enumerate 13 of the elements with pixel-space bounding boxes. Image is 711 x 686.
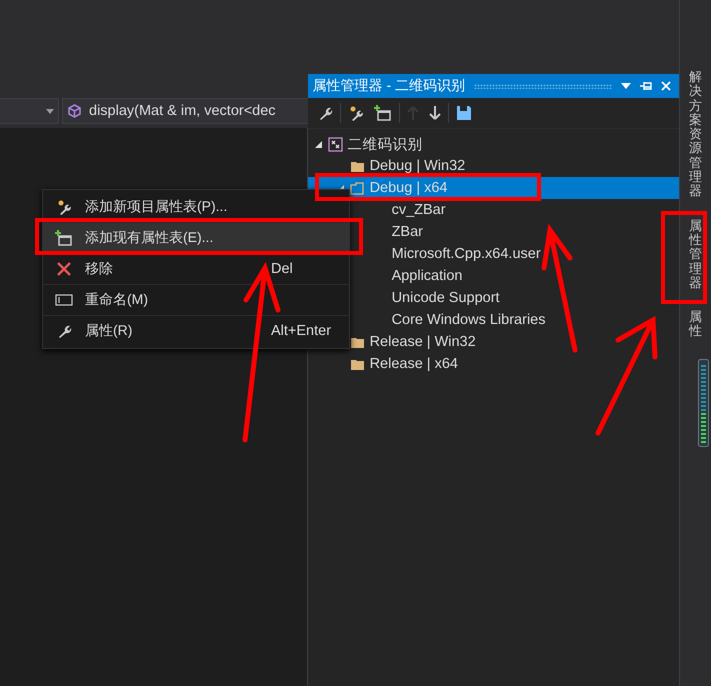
tree-label: Release | x64 xyxy=(370,356,458,372)
tree-label: Unicode Support xyxy=(392,290,500,306)
tree-label: Application xyxy=(392,268,462,284)
tree-label: Debug | x64 xyxy=(370,180,448,196)
shortcut-label: Alt+Enter xyxy=(271,323,332,339)
tree-label: Release | Win32 xyxy=(370,334,476,350)
shortcut-label: Del xyxy=(271,261,293,277)
tree-label: Debug | Win32 xyxy=(370,158,466,174)
tree-label: ZBar xyxy=(392,224,423,240)
panel-title: 属性管理器 - 二维码识别 xyxy=(312,77,466,95)
tree-label: cv_ZBar xyxy=(392,202,446,218)
tree-label: Microsoft.Cpp.x64.user xyxy=(392,246,541,262)
tree-label: 二维码识别 xyxy=(348,136,423,154)
